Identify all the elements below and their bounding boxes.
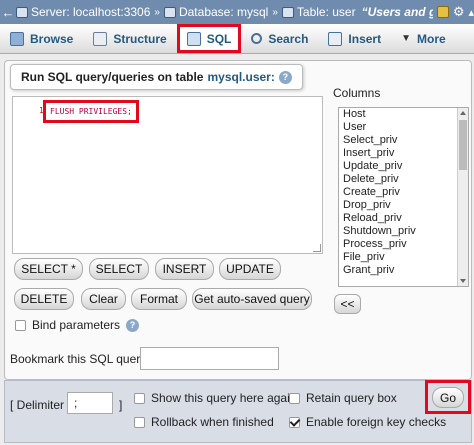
select-button[interactable]: SELECT xyxy=(89,258,149,280)
get-autosaved-query-button[interactable]: Get auto-saved query xyxy=(192,288,312,310)
breadcrumb-separator-icon: » xyxy=(272,6,278,18)
tab-bar: Browse Structure SQL Search Insert ▼ Mor… xyxy=(0,24,474,54)
tab-browse[interactable]: Browse xyxy=(0,24,83,53)
query-panel-legend: Run SQL query/queries on table mysql.use… xyxy=(10,64,303,90)
sql-query-text[interactable]: FLUSH PRIVILEGES; xyxy=(43,100,139,123)
list-item[interactable]: Delete_priv xyxy=(339,173,468,186)
breadcrumb-server-label[interactable]: Server: localhost:3306 xyxy=(31,5,150,19)
tab-sql[interactable]: SQL xyxy=(176,24,242,53)
tab-insert[interactable]: Insert xyxy=(318,24,391,53)
structure-icon xyxy=(93,31,108,46)
breadcrumb-database-label[interactable]: Database: mysql xyxy=(179,5,268,19)
legend-table-link[interactable]: mysql.user: xyxy=(207,70,274,84)
list-item[interactable]: Shutdown_priv xyxy=(339,225,468,238)
list-item[interactable]: File_priv xyxy=(339,251,468,264)
rollback-label: Rollback when finished xyxy=(151,415,274,429)
retain-query-box-label: Retain query box xyxy=(306,391,397,405)
bind-parameters-checkbox[interactable] xyxy=(15,319,26,331)
header-icons: ⚙ ▴ xyxy=(432,0,474,24)
help-icon[interactable]: ? xyxy=(126,318,140,332)
list-item[interactable]: Insert_priv xyxy=(339,147,468,160)
scrollbar-thumb[interactable] xyxy=(459,120,467,170)
scroll-down-icon[interactable] xyxy=(460,279,466,283)
clear-button[interactable]: Clear xyxy=(81,288,126,310)
bind-parameters: Bind parameters ? xyxy=(15,318,140,332)
chevron-down-icon: ▼ xyxy=(401,33,411,44)
tab-browse-label: Browse xyxy=(30,31,74,46)
tab-sql-label: SQL xyxy=(206,31,232,46)
help-icon[interactable]: ? xyxy=(278,70,292,84)
sql-icon xyxy=(186,31,201,46)
bind-parameters-label: Bind parameters xyxy=(32,318,121,332)
delimiter-input[interactable]: ; xyxy=(67,392,113,414)
go-button[interactable]: Go xyxy=(432,387,464,408)
list-item[interactable]: User xyxy=(339,121,468,134)
breadcrumb-server[interactable]: Server: localhost:3306 xyxy=(16,5,150,19)
foreign-key-checks-label: Enable foreign key checks xyxy=(306,415,447,429)
tab-more-label: More xyxy=(417,31,446,46)
table-icon xyxy=(281,6,294,18)
list-item[interactable]: Process_priv xyxy=(339,238,468,251)
tab-search[interactable]: Search xyxy=(241,24,318,53)
tab-structure-label: Structure xyxy=(113,31,167,46)
option-rollback[interactable]: Rollback when finished xyxy=(134,415,274,429)
back-arrow-icon[interactable]: ← xyxy=(0,5,16,20)
legend-text: Run SQL query/queries on table xyxy=(21,70,204,84)
insert-button[interactable]: INSERT xyxy=(155,258,214,280)
foreign-key-checks-checkbox[interactable] xyxy=(289,416,300,428)
list-item[interactable]: Host xyxy=(339,108,468,121)
breadcrumb-database[interactable]: Database: mysql xyxy=(163,5,268,19)
gear-icon[interactable]: ⚙ xyxy=(453,4,465,20)
table-comment: “Users and gl xyxy=(361,5,440,19)
delimiter-bracket: ] xyxy=(119,398,123,412)
editor-gutter xyxy=(13,97,47,253)
list-item[interactable]: Create_priv xyxy=(339,186,468,199)
insert-column-button[interactable]: << xyxy=(334,294,361,314)
option-foreign-key-checks[interactable]: Enable foreign key checks xyxy=(289,415,446,429)
bookmark-label: Bookmark this SQL query: xyxy=(10,352,150,366)
breadcrumb-table-label[interactable]: Table: user xyxy=(297,5,356,19)
update-button[interactable]: UPDATE xyxy=(219,258,281,280)
scroll-up-icon[interactable] xyxy=(460,111,466,115)
tab-more[interactable]: ▼ More xyxy=(391,24,456,53)
show-query-label: Show this query here again xyxy=(151,391,297,405)
breadcrumb: ← Server: localhost:3306 » Database: mys… xyxy=(0,0,474,24)
format-button[interactable]: Format xyxy=(131,288,187,310)
resize-handle-icon[interactable] xyxy=(313,244,321,252)
rollback-checkbox[interactable] xyxy=(134,416,145,428)
sql-editor[interactable]: 1 FLUSH PRIVILEGES; xyxy=(12,96,323,254)
select-star-button[interactable]: SELECT * xyxy=(14,258,83,280)
tab-search-label: Search xyxy=(268,31,309,46)
list-item[interactable]: Drop_priv xyxy=(339,199,468,212)
columns-label: Columns xyxy=(333,86,381,100)
tab-structure[interactable]: Structure xyxy=(83,24,176,53)
server-icon xyxy=(16,6,28,18)
list-item[interactable]: Grant_priv xyxy=(339,264,468,277)
lock-icon[interactable] xyxy=(436,6,449,18)
columns-list[interactable]: Host User Select_priv Insert_priv Update… xyxy=(338,107,469,287)
breadcrumb-table[interactable]: Table: user xyxy=(281,5,356,19)
option-retain-query-box[interactable]: Retain query box xyxy=(289,391,397,405)
insert-icon xyxy=(328,31,343,46)
columns-scrollbar[interactable] xyxy=(457,108,468,286)
bookmark-input[interactable] xyxy=(140,347,279,370)
retain-query-box-checkbox[interactable] xyxy=(289,392,300,404)
list-item[interactable]: Select_priv xyxy=(339,134,468,147)
browse-icon xyxy=(10,31,24,46)
list-item[interactable]: Reload_priv xyxy=(339,212,468,225)
tab-insert-label: Insert xyxy=(348,31,382,46)
search-icon xyxy=(251,33,263,44)
collapse-icon[interactable]: ▴ xyxy=(468,6,474,19)
delete-button[interactable]: DELETE xyxy=(14,288,74,310)
list-item[interactable]: Update_priv xyxy=(339,160,468,173)
database-icon xyxy=(163,6,176,18)
delimiter-label: [ Delimiter xyxy=(10,398,65,412)
option-show-query[interactable]: Show this query here again xyxy=(134,391,296,405)
show-query-checkbox[interactable] xyxy=(134,392,145,404)
breadcrumb-separator-icon: » xyxy=(154,6,160,18)
